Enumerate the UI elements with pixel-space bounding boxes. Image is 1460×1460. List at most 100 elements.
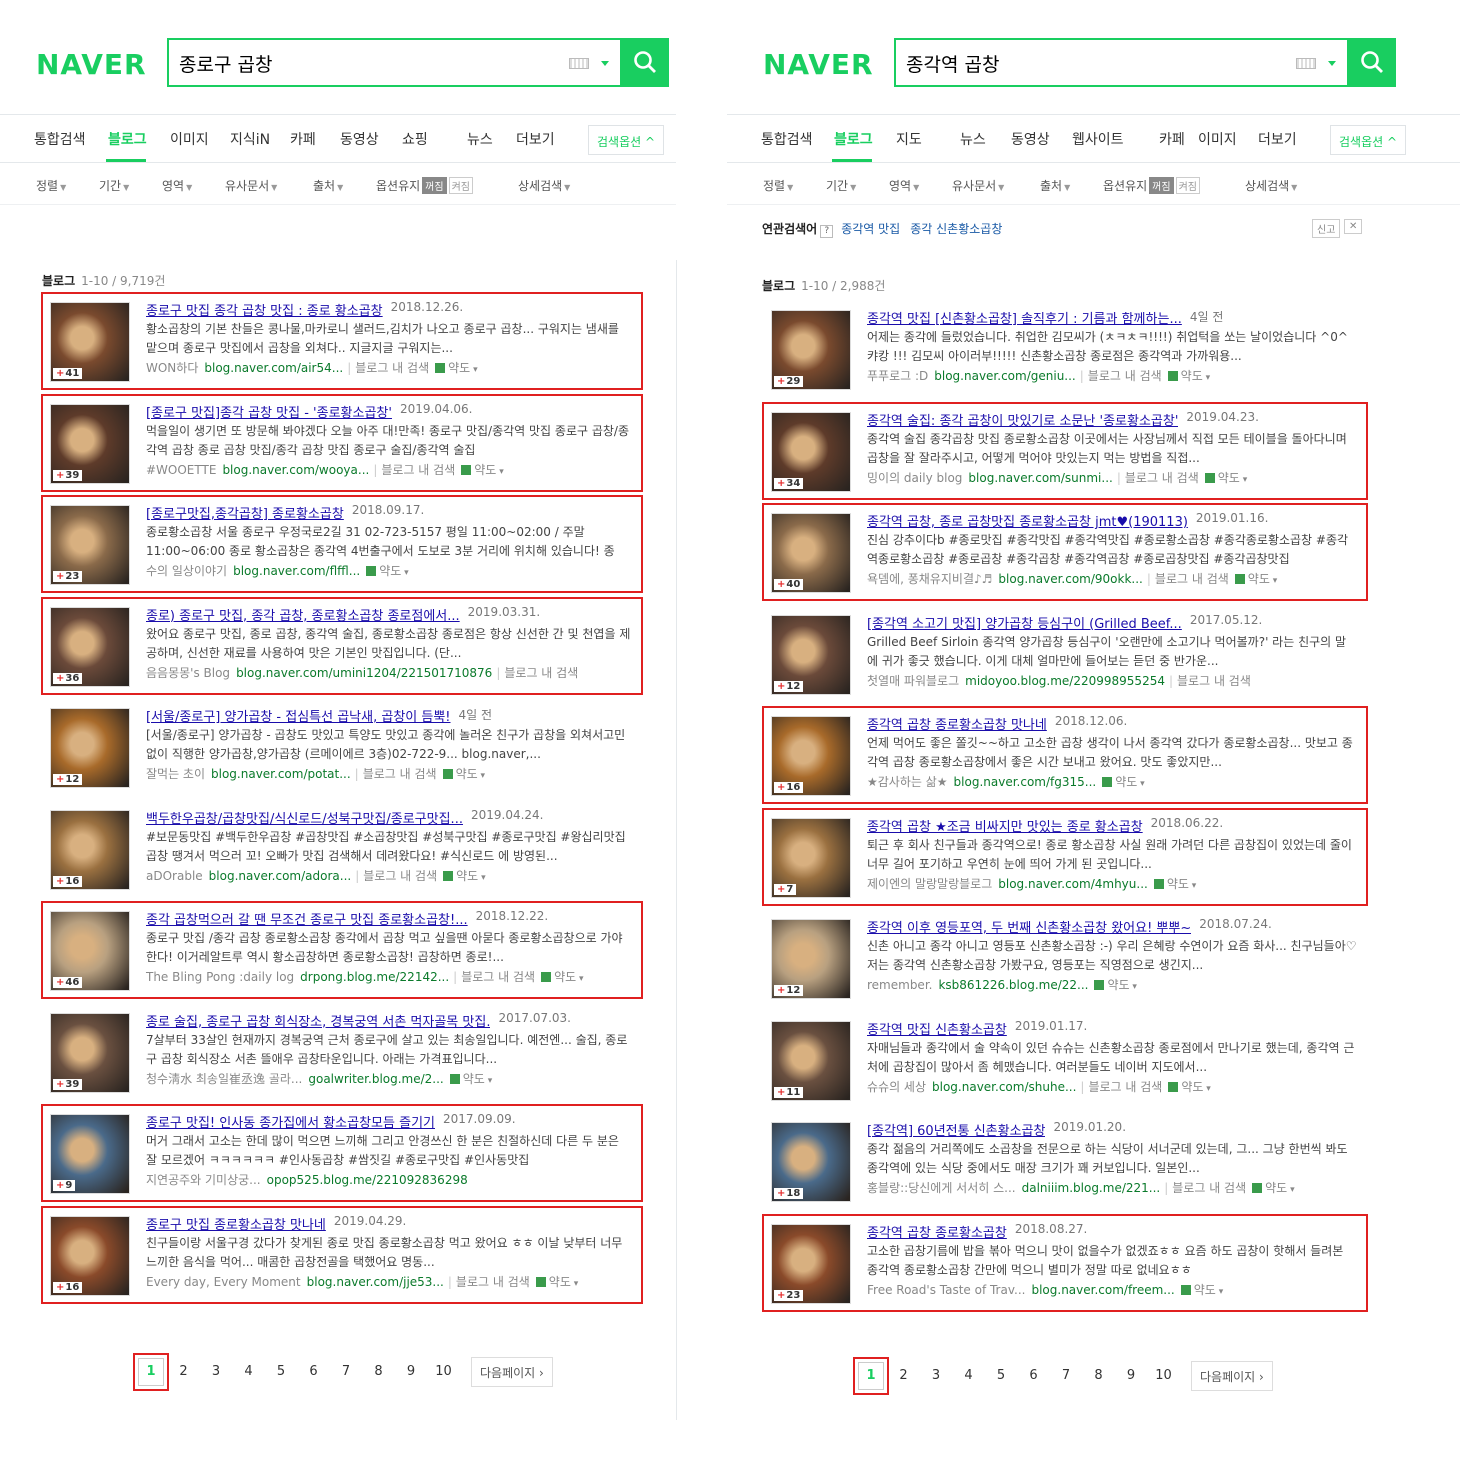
tab-item[interactable]: 동영상 <box>1011 129 1050 149</box>
page-number[interactable]: 4 <box>956 1368 982 1383</box>
blog-url[interactable]: ksb861226.blog.me/22... <box>938 978 1088 992</box>
toggle-off-button[interactable]: 꺼짐 <box>1149 177 1174 194</box>
naver-logo[interactable]: NAVER <box>36 48 147 81</box>
search-input[interactable] <box>906 49 1286 77</box>
result-title-link[interactable]: 종각역 맛집 신촌황소곱창 <box>867 1023 1007 1037</box>
filter-item[interactable]: 출처 ▼ <box>313 177 343 194</box>
page-number[interactable]: 6 <box>1021 1368 1047 1383</box>
blog-author[interactable]: remember. <box>867 978 932 992</box>
result-thumbnail[interactable]: +12 <box>50 708 130 788</box>
filter-item[interactable]: 상세검색 ▼ <box>1245 177 1297 194</box>
blog-author[interactable]: 홍블랑::당신에게 서서히 스... <box>867 1181 1016 1195</box>
blog-author[interactable]: 청수淸水 최송일崔丞逸 골라... <box>146 1072 302 1086</box>
tab-item[interactable]: 카페 <box>290 129 316 149</box>
tab-item[interactable]: 이미지 <box>1198 129 1237 149</box>
page-number[interactable]: 10 <box>431 1364 457 1379</box>
tab-item[interactable]: 지식iN <box>230 129 270 149</box>
filter-item[interactable]: 유사문서 ▼ <box>952 177 1004 194</box>
tab-item[interactable]: 블로그 <box>834 129 873 149</box>
blog-author[interactable]: 첫열매 파워블로그 <box>867 674 959 688</box>
blog-author[interactable]: 슈슈의 세상 <box>867 1080 926 1094</box>
page-number[interactable]: 10 <box>1151 1368 1177 1383</box>
filter-item[interactable]: 영역 ▼ <box>162 177 192 194</box>
toggle-on-button[interactable]: 켜짐 <box>1175 177 1200 194</box>
blog-url[interactable]: dalniiim.blog.me/221... <box>1022 1181 1161 1195</box>
page-number[interactable]: 2 <box>891 1368 917 1383</box>
result-title-link[interactable]: [종각역 소고기 맛집] 양가곱창 등심구이 (Grilled Beef... <box>867 617 1182 631</box>
result-title-link[interactable]: 종각역 이후 영등포역, 두 번째 신촌황소곱창 왔어요! 뿌뿌~ <box>867 921 1191 935</box>
result-title-link[interactable]: [종각역] 60년전통 신촌황소곱창 <box>867 1124 1045 1138</box>
tab-item[interactable]: 더보기 <box>1258 129 1297 149</box>
blog-url[interactable]: blog.naver.com/potat... <box>211 767 351 781</box>
page-number[interactable]: 4 <box>236 1364 262 1379</box>
blog-url[interactable]: blog.naver.com/geniu... <box>934 369 1075 383</box>
blog-author[interactable]: 잘먹는 초이 <box>146 767 205 781</box>
keyboard-icon[interactable] <box>1296 58 1316 69</box>
search-options-button[interactable]: 검색옵션 ^ <box>1330 125 1407 155</box>
in-blog-search-link[interactable]: 블로그 내 검색 <box>1088 369 1162 383</box>
naver-logo[interactable]: NAVER <box>763 48 874 81</box>
page-number[interactable]: 9 <box>1118 1368 1144 1383</box>
result-thumbnail[interactable]: +16 <box>50 809 130 890</box>
page-number[interactable]: 3 <box>203 1364 229 1379</box>
filter-item[interactable]: 상세검색 ▼ <box>518 177 570 194</box>
tab-item[interactable]: 카페 <box>1159 129 1185 149</box>
help-icon[interactable]: ? <box>820 225 834 238</box>
page-number[interactable]: 5 <box>988 1368 1014 1383</box>
result-title-link[interactable]: 종로 술집, 종로구 곱창 회식장소, 경복궁역 서촌 먹자골목 맛집. <box>146 1015 490 1029</box>
filter-item[interactable]: 유사문서 ▼ <box>225 177 277 194</box>
chevron-down-icon[interactable] <box>601 61 609 66</box>
blog-url[interactable]: goalwriter.blog.me/2... <box>308 1072 443 1086</box>
map-link[interactable]: 약도 <box>1181 369 1203 383</box>
map-link[interactable]: 약도 <box>1265 1181 1287 1195</box>
page-number[interactable]: 8 <box>366 1364 392 1379</box>
result-thumbnail[interactable]: +39 <box>50 1012 130 1093</box>
result-thumbnail[interactable]: +12 <box>771 919 851 999</box>
tab-item[interactable]: 쇼핑 <box>402 129 428 149</box>
blog-url[interactable]: blog.naver.com/shuhe... <box>932 1080 1076 1094</box>
keyboard-icon[interactable] <box>569 58 589 69</box>
search-button[interactable] <box>620 38 669 87</box>
blog-author[interactable]: 푸푸로그 :D <box>867 369 928 383</box>
page-number[interactable]: 9 <box>398 1364 424 1379</box>
page-number[interactable]: 5 <box>268 1364 294 1379</box>
filter-item[interactable]: 옵션유지 꺼짐 켜짐 <box>1103 177 1200 194</box>
tab-item[interactable]: 뉴스 <box>960 129 986 149</box>
tab-item[interactable]: 통합검색 <box>34 129 86 149</box>
filter-item[interactable]: 출처 ▼ <box>1040 177 1070 194</box>
next-page-button[interactable]: 다음페이지 › <box>1191 1361 1273 1391</box>
filter-item[interactable]: 기간 ▼ <box>99 177 129 194</box>
result-title-link[interactable]: 종각역 맛집 [신촌황소곱창] 솔직후기 : 기름과 함께하는... <box>867 312 1182 326</box>
tab-item[interactable]: 뉴스 <box>467 129 493 149</box>
toggle-off-button[interactable]: 꺼짐 <box>422 177 447 194</box>
blog-url[interactable]: midoyoo.blog.me/220998955254 <box>965 674 1165 688</box>
search-input[interactable] <box>179 49 559 77</box>
blog-author[interactable]: aDOrable <box>146 869 203 883</box>
in-blog-search-link[interactable]: 블로그 내 검색 <box>363 869 437 883</box>
in-blog-search-link[interactable]: 블로그 내 검색 <box>363 767 437 781</box>
result-thumbnail[interactable]: +12 <box>771 614 851 695</box>
result-title-link[interactable]: 백두한우곱창/곱창맛집/식신로드/성북구맛집/종로구맛집... <box>146 812 463 826</box>
page-number[interactable]: 7 <box>1053 1368 1079 1383</box>
tab-item[interactable]: 웹사이트 <box>1072 129 1124 149</box>
page-number[interactable]: 7 <box>333 1364 359 1379</box>
tab-item[interactable]: 동영상 <box>340 129 379 149</box>
page-number[interactable]: 8 <box>1086 1368 1112 1383</box>
result-title-link[interactable]: [서울/종로구] 양가곱창 - 접심특선 곱낙새, 곱창이 듬뿍! <box>146 710 451 724</box>
tab-item[interactable]: 통합검색 <box>761 129 813 149</box>
related-search-link[interactable]: 종각역 맛집 <box>841 222 900 236</box>
map-link[interactable]: 약도 <box>1107 978 1129 992</box>
related-search-link[interactable]: 종각 신촌황소곱창 <box>910 222 1002 236</box>
map-link[interactable]: 약도 <box>463 1072 485 1086</box>
filter-item[interactable]: 영역 ▼ <box>889 177 919 194</box>
report-button[interactable]: 신고 <box>1312 219 1341 238</box>
search-button[interactable] <box>1347 38 1396 87</box>
result-thumbnail[interactable]: +29 <box>771 310 851 390</box>
blog-url[interactable]: blog.naver.com/adora... <box>209 869 352 883</box>
page-number[interactable]: 2 <box>171 1364 197 1379</box>
map-link[interactable]: 약도 <box>1181 1080 1203 1094</box>
in-blog-search-link[interactable]: 블로그 내 검색 <box>1177 674 1251 688</box>
chevron-down-icon[interactable] <box>1328 61 1336 66</box>
tab-item[interactable]: 이미지 <box>170 129 209 149</box>
map-link[interactable]: 약도 <box>456 869 478 883</box>
